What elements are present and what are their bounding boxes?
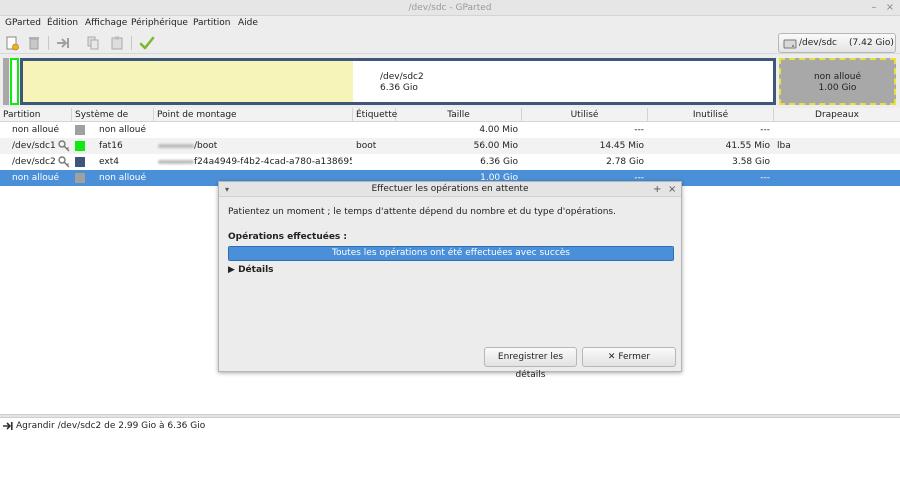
cell-size: 6.36 Gio	[480, 157, 518, 167]
table-row[interactable]: /dev/sdc1 fat16 /boot boot 56.00 Mio 14.…	[0, 138, 900, 154]
close-button[interactable]: ✕ Fermer	[582, 347, 676, 367]
mount-blur	[158, 160, 194, 164]
pending-op-text: Agrandir /dev/sdc2 de 2.99 Gio à 6.36 Gi…	[16, 421, 206, 431]
diskmap-unalloc-size: 1.00 Gio	[818, 83, 857, 93]
details-label: Détails	[238, 265, 274, 275]
menu-aide[interactable]: Aide	[238, 18, 258, 28]
col-flags[interactable]: Drapeaux	[774, 108, 900, 122]
diskmap-sdc2-name: /dev/sdc2	[380, 72, 424, 82]
diskmap-unalloc[interactable]: non alloué 1.00 Gio	[779, 58, 896, 105]
menu-gparted[interactable]: GParted	[5, 18, 41, 28]
cell-label: boot	[356, 141, 377, 151]
col-label[interactable]: Étiquette	[353, 108, 397, 122]
cell-fs: non alloué	[99, 125, 147, 135]
expander-arrow-icon: ▶	[228, 265, 235, 275]
paste-icon[interactable]	[109, 35, 125, 51]
dialog-close-icon[interactable]: ×	[668, 182, 676, 197]
close-x-icon: ✕	[607, 352, 616, 362]
key-icon	[58, 140, 70, 155]
device-size: (7.42 Gio)	[849, 38, 894, 48]
fs-color-swatch	[75, 125, 85, 135]
menu-edition[interactable]: Édition	[47, 18, 78, 28]
col-used[interactable]: Utilisé	[522, 108, 648, 122]
cell-fs: fat16	[99, 141, 123, 151]
diskmap-sdc2-size: 6.36 Gio	[380, 83, 418, 93]
dialog-message: Patientez un moment ; le temps d'attente…	[228, 207, 616, 217]
diskmap-unalloc-name: non alloué	[813, 72, 862, 82]
cell-used: 14.45 Mio	[599, 141, 644, 151]
pending-operations-list: Agrandir /dev/sdc2 de 2.99 Gio à 6.36 Gi…	[0, 418, 900, 479]
cell-partition: /dev/sdc1	[12, 141, 56, 151]
partition-table-header: Partition Système de fichiers Point de m…	[0, 108, 900, 134]
menu-peripherique[interactable]: Périphérique	[131, 18, 188, 28]
col-mountpoint[interactable]: Point de montage	[154, 108, 353, 122]
mount-blur	[158, 144, 194, 148]
progress-bar: Toutes les opérations ont été effectuées…	[228, 246, 674, 261]
diskmap-used-fill	[23, 61, 353, 102]
fs-color-swatch	[75, 141, 85, 151]
cell-partition: non alloué	[12, 173, 60, 183]
cell-mount: /boot	[194, 141, 218, 151]
toolbar	[0, 32, 900, 54]
apply-icon[interactable]	[139, 35, 155, 51]
close-button-label: Fermer	[618, 352, 651, 362]
device-name: /dev/sdc	[799, 38, 837, 48]
menu-bar: GParted Édition Affichage Périphérique P…	[0, 16, 900, 32]
disk-map: /dev/sdc2 6.36 Gio non alloué 1.00 Gio	[0, 55, 900, 108]
fs-color-swatch	[75, 157, 85, 167]
cell-used: 2.78 Gio	[606, 157, 644, 167]
col-size[interactable]: Taille	[396, 108, 522, 122]
new-partition-icon[interactable]	[4, 35, 20, 51]
dialog-menu-icon[interactable]: ▾	[225, 182, 229, 197]
cell-used: ---	[634, 125, 644, 135]
toolbar-separator	[131, 36, 132, 50]
cell-unused: ---	[760, 125, 770, 135]
cell-size: 56.00 Mio	[473, 141, 518, 151]
cell-partition: non alloué	[12, 125, 60, 135]
diskmap-sdc1[interactable]	[10, 58, 19, 105]
resize-move-icon	[2, 420, 14, 435]
window-title: /dev/sdc - GParted	[408, 3, 492, 13]
col-partition[interactable]: Partition	[0, 108, 72, 122]
cell-mount: f24a4949-f4b2-4cad-a780-a138695079ec	[194, 157, 352, 167]
cell-flags: lba	[777, 141, 791, 151]
apply-operations-dialog: ▾ Effectuer les opérations en attente + …	[218, 181, 682, 380]
cell-size: 4.00 Mio	[479, 125, 518, 135]
table-row[interactable]: non alloué non alloué 4.00 Mio --- ---	[0, 122, 900, 138]
dialog-title: Effectuer les opérations en attente	[371, 184, 529, 194]
device-selector[interactable]: /dev/sdc (7.42 Gio)	[778, 33, 896, 53]
table-row[interactable]: /dev/sdc2 ext4 f24a4949-f4b2-4cad-a780-a…	[0, 154, 900, 170]
cell-unused: 41.55 Mio	[725, 141, 770, 151]
progress-text: Toutes les opérations ont été effectuées…	[332, 248, 570, 258]
details-expander[interactable]: ▶ Détails	[228, 265, 274, 275]
resize-move-icon[interactable]	[55, 35, 71, 51]
ops-heading: Opérations effectuées :	[228, 232, 348, 242]
dialog-title-bar: ▾ Effectuer les opérations en attente + …	[219, 182, 681, 197]
col-filesystem[interactable]: Système de fichiers	[72, 108, 154, 134]
close-icon[interactable]: ×	[884, 2, 896, 13]
menu-partition[interactable]: Partition	[193, 18, 231, 28]
disk-icon	[783, 37, 797, 54]
diskmap-sdc2[interactable]: /dev/sdc2 6.36 Gio	[20, 58, 776, 105]
cell-fs: ext4	[99, 157, 119, 167]
cell-unused: 3.58 Gio	[732, 157, 770, 167]
delete-icon[interactable]	[26, 35, 42, 51]
cell-fs: non alloué	[99, 173, 147, 183]
fs-color-swatch	[75, 173, 85, 183]
menu-affichage[interactable]: Affichage	[85, 18, 127, 28]
toolbar-separator	[48, 36, 49, 50]
key-icon	[58, 156, 70, 171]
title-bar: /dev/sdc - GParted – ×	[0, 0, 900, 16]
minimize-icon[interactable]: –	[868, 2, 880, 13]
cell-partition: /dev/sdc2	[12, 157, 56, 167]
save-details-button[interactable]: Enregistrer les détails	[484, 347, 577, 380]
col-unused[interactable]: Inutilisé	[648, 108, 774, 122]
dialog-maximize-icon[interactable]: +	[653, 182, 661, 197]
diskmap-unalloc-small[interactable]	[3, 58, 9, 105]
copy-icon[interactable]	[85, 35, 101, 51]
